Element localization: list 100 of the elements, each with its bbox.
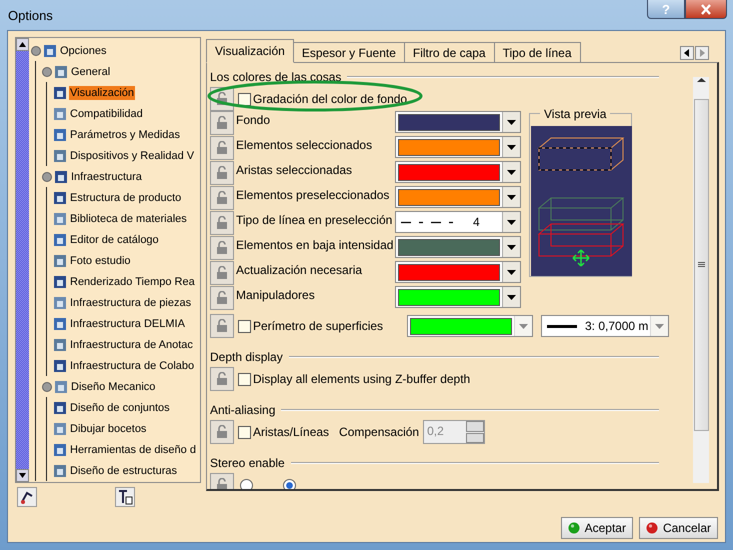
option-label: Elementos seleccionados <box>236 137 374 152</box>
checkbox[interactable] <box>238 92 251 106</box>
lock-button[interactable] <box>210 161 234 185</box>
lock-button[interactable] <box>210 286 234 310</box>
thumbnail-icon <box>53 212 67 226</box>
collapse-toggle[interactable] <box>42 66 52 76</box>
tree-item[interactable]: Editor de catálogo <box>69 232 160 246</box>
option-label: Elementos preseleccionados <box>236 187 390 202</box>
color-dropdown[interactable] <box>395 136 521 158</box>
section-title: Depth display <box>210 350 283 364</box>
scrollbar[interactable] <box>16 38 29 482</box>
lock-button[interactable] <box>210 186 234 210</box>
tab[interactable]: Filtro de capa <box>404 42 495 62</box>
dropdown-arrow-icon <box>655 324 664 328</box>
color-dropdown[interactable] <box>407 315 533 337</box>
option-label: Actualización necesaria <box>236 262 364 277</box>
thumbnail-icon <box>53 254 67 268</box>
color-dropdown[interactable] <box>395 111 521 133</box>
thumbnail-icon <box>53 358 67 372</box>
cancel-button[interactable]: Cancelar <box>638 517 718 539</box>
dropdown-arrow-icon <box>507 194 516 200</box>
thumbnail-icon <box>43 44 57 58</box>
option-label: Elementos en baja intensidad <box>236 237 393 252</box>
tree-item[interactable]: General <box>70 64 112 78</box>
checkbox[interactable] <box>238 426 251 438</box>
dot-icon <box>646 522 658 534</box>
radio-button[interactable] <box>240 479 253 489</box>
dropdown-arrow-icon <box>507 270 516 274</box>
accept-button[interactable]: Aceptar <box>560 517 633 539</box>
tree-item[interactable]: Diseño Mecanico <box>70 380 156 394</box>
thumbnail-icon <box>53 296 67 310</box>
collapse-toggle[interactable] <box>31 46 41 56</box>
linetype-dropdown[interactable]: 4 <box>395 211 521 233</box>
radio-button[interactable] <box>283 479 296 489</box>
tree-item[interactable]: Dispositivos y Realidad V <box>69 148 196 162</box>
lock-button[interactable] <box>210 211 234 235</box>
color-dropdown[interactable] <box>395 236 521 258</box>
lock-button[interactable] <box>210 136 234 160</box>
tree-item[interactable]: Herramientas de diseño d <box>69 442 197 456</box>
tree-item[interactable]: Estructura de producto <box>69 190 182 204</box>
padlock-icon <box>215 241 229 255</box>
color-dropdown[interactable] <box>395 186 521 208</box>
tree-item[interactable]: Infraestructura de piezas <box>69 296 192 310</box>
padlock-icon <box>215 291 229 305</box>
padlock-icon <box>215 216 229 230</box>
tab[interactable]: Tipo de línea <box>494 42 581 62</box>
preview-title: Vista previa <box>540 107 610 121</box>
dropdown-arrow-icon <box>507 294 516 300</box>
tree-item[interactable]: Infraestructura de Colabo <box>69 358 196 372</box>
tree-item[interactable]: Infraestructura de Anotac <box>69 338 194 352</box>
tool-icon <box>17 487 37 507</box>
color-dropdown[interactable] <box>395 286 521 308</box>
tree-item[interactable]: Diseño de estructuras <box>69 464 178 478</box>
color-dropdown[interactable] <box>395 261 521 283</box>
tree-item[interactable]: Visualización <box>69 86 136 100</box>
tree-item[interactable]: Foto estudio <box>69 254 132 268</box>
close-button[interactable] <box>685 0 727 19</box>
lock-button[interactable] <box>210 236 234 260</box>
field-label: Compensación <box>339 425 420 439</box>
dropdown-arrow-icon <box>507 120 516 124</box>
checkbox[interactable] <box>238 372 251 386</box>
thumbnail-icon <box>53 128 67 142</box>
collapse-toggle[interactable] <box>42 382 52 392</box>
thumbnail-icon <box>53 148 67 162</box>
collapse-toggle[interactable] <box>42 172 52 182</box>
thumbnail-icon <box>53 190 67 204</box>
dropdown-arrow-icon <box>507 220 516 224</box>
thumbnail-icon <box>53 400 67 414</box>
padlock-icon <box>215 266 229 280</box>
color-dropdown[interactable] <box>395 161 521 183</box>
padlock-icon <box>215 425 229 439</box>
up-arrow-icon <box>696 77 706 83</box>
lock-button[interactable] <box>210 261 234 285</box>
tree-item[interactable]: Biblioteca de materiales <box>69 212 188 226</box>
tab[interactable]: Visualización <box>206 39 294 63</box>
padlock-icon <box>215 116 229 130</box>
checkbox-label: Aristas/Líneas <box>253 425 330 439</box>
thumbnail-icon <box>53 316 67 330</box>
thickness-value: 3: 0,7000 m <box>585 319 648 333</box>
tree-item[interactable]: Infraestructura DELMIA <box>69 316 186 330</box>
scrollbar[interactable] <box>693 77 709 483</box>
thumbnail-icon <box>54 380 68 394</box>
dropdown-arrow-icon <box>507 244 516 250</box>
tree-item[interactable]: Parámetros y Medidas <box>69 128 182 142</box>
tree-item[interactable]: Renderizado Tiempo Rea <box>69 274 196 288</box>
checkbox-label: Gradación del color de fondo <box>253 92 408 106</box>
tab[interactable]: Espesor y Fuente <box>292 42 405 62</box>
option-label: Fondo <box>236 112 272 127</box>
lock-button[interactable] <box>210 111 234 135</box>
section-title: Stereo enable <box>210 456 285 470</box>
thumbnail-icon <box>54 64 68 78</box>
tree-item[interactable]: Infraestructura <box>70 170 143 184</box>
tree-item[interactable]: Dibujar bocetos <box>69 422 148 436</box>
grip-icon <box>698 262 704 268</box>
padlock-icon <box>215 191 229 205</box>
scroll-left-button[interactable] <box>680 46 694 60</box>
line-sample-icon <box>547 324 577 328</box>
tree-item[interactable]: Diseño de conjuntos <box>69 400 171 414</box>
tree-item[interactable]: Opciones <box>59 44 108 58</box>
tree-item[interactable]: Compatibilidad <box>69 106 144 120</box>
